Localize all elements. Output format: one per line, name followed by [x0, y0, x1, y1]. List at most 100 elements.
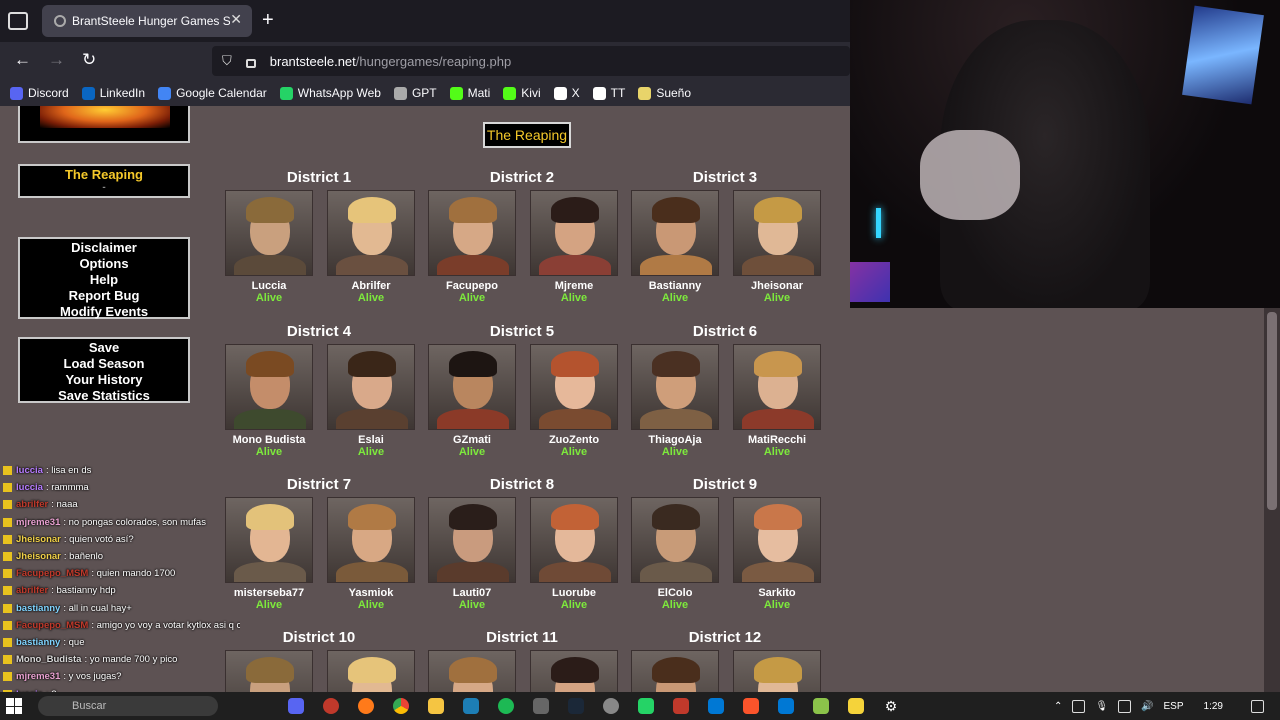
minecraft-icon[interactable] — [813, 698, 829, 714]
tribute-portrait[interactable] — [530, 190, 618, 276]
bookmark-item[interactable]: LinkedIn — [81, 86, 145, 100]
tribute-portrait[interactable] — [327, 497, 415, 583]
app-icon[interactable] — [673, 698, 689, 714]
bookmark-item[interactable]: X — [553, 86, 580, 100]
tribute-portrait[interactable] — [733, 497, 821, 583]
close-icon[interactable]: ✕ — [230, 11, 242, 28]
hunger-games-logo[interactable] — [18, 106, 190, 143]
tribute-portrait[interactable] — [530, 650, 618, 692]
tribute-card[interactable] — [631, 650, 719, 692]
sticky-notes-icon[interactable] — [848, 698, 864, 714]
sidebar-menu-link[interactable]: Report Bug — [20, 288, 188, 304]
settings-gear-icon[interactable]: ⚙ — [883, 698, 899, 714]
bookmark-item[interactable]: WhatsApp Web — [279, 86, 381, 100]
tribute-portrait[interactable] — [225, 344, 313, 430]
tribute-portrait[interactable] — [428, 650, 516, 692]
sidebar-reaping-label[interactable]: The Reaping — [20, 167, 188, 183]
tribute-portrait[interactable] — [327, 650, 415, 692]
tribute-card[interactable]: Yasmiok Alive — [327, 497, 415, 611]
sidebar-menu-link[interactable]: Options — [20, 256, 188, 272]
opera-icon[interactable] — [323, 698, 339, 714]
tribute-card[interactable]: Eslai Alive — [327, 344, 415, 458]
tribute-card[interactable]: Jheisonar Alive — [733, 190, 821, 304]
tribute-portrait[interactable] — [733, 650, 821, 692]
plus-icon[interactable]: + — [262, 9, 274, 32]
reload-icon[interactable]: ↻ — [82, 50, 96, 70]
tribute-card[interactable]: ZuoZento Alive — [530, 344, 618, 458]
bookmark-item[interactable]: Mati — [449, 86, 490, 100]
bookmark-item[interactable]: TT — [592, 86, 625, 100]
volume-icon[interactable]: 🔊 — [1141, 701, 1153, 712]
taskbar-search-input[interactable]: Buscar — [38, 696, 218, 716]
bookmark-item[interactable]: GPT — [393, 86, 437, 100]
calculator-icon[interactable] — [533, 698, 549, 714]
tribute-card[interactable]: Mjreme Alive — [530, 190, 618, 304]
tribute-card[interactable]: Bastianny Alive — [631, 190, 719, 304]
tribute-portrait[interactable] — [327, 190, 415, 276]
back-arrow-icon[interactable]: ← — [14, 50, 31, 70]
obs-icon[interactable] — [603, 698, 619, 714]
tribute-card[interactable]: Abrilfer Alive — [327, 190, 415, 304]
tribute-card[interactable]: ElColo Alive — [631, 497, 719, 611]
lock-icon[interactable] — [245, 58, 256, 68]
tribute-portrait[interactable] — [631, 344, 719, 430]
tribute-portrait[interactable] — [631, 497, 719, 583]
battery-icon[interactable] — [1072, 699, 1086, 713]
tribute-card[interactable] — [530, 650, 618, 692]
network-icon[interactable] — [1118, 699, 1132, 713]
tab-active[interactable]: BrantSteele Hunger Games Simulator ✕ — [42, 5, 252, 37]
bookmark-item[interactable]: Kivi — [503, 86, 541, 100]
tribute-card[interactable]: Facupepo Alive — [428, 190, 516, 304]
sidebar-menu-link[interactable]: Disclaimer — [20, 240, 188, 256]
bookmark-item[interactable]: Discord — [10, 86, 69, 100]
store-icon[interactable] — [778, 698, 794, 714]
language-indicator[interactable]: ESP — [1164, 701, 1184, 712]
tribute-card[interactable]: MatiRecchi Alive — [733, 344, 821, 458]
tribute-portrait[interactable] — [327, 344, 415, 430]
chrome-icon[interactable] — [393, 698, 409, 714]
tribute-card[interactable]: Lauti07 Alive — [428, 497, 516, 611]
microphone-icon[interactable]: 🎙 — [1095, 701, 1108, 712]
tribute-portrait[interactable] — [428, 344, 516, 430]
sidebar-menu-link[interactable]: Save — [20, 340, 188, 356]
sidebar-menu-link[interactable]: Help — [20, 272, 188, 288]
chevron-up-icon[interactable]: ⌃ — [1054, 701, 1062, 712]
clock[interactable]: 1:29 — [1204, 701, 1223, 712]
tribute-card[interactable]: Sarkito Alive — [733, 497, 821, 611]
tribute-portrait[interactable] — [428, 497, 516, 583]
tribute-portrait[interactable] — [631, 650, 719, 692]
sidebar-menu-link[interactable]: Load Season — [20, 356, 188, 372]
bookmark-item[interactable]: Sueño — [638, 86, 691, 100]
tribute-portrait[interactable] — [428, 190, 516, 276]
sidebar-menu-link[interactable]: Save Statistics — [20, 388, 188, 404]
steam-icon[interactable] — [568, 698, 584, 714]
discord-icon[interactable] — [288, 698, 304, 714]
sidebar-reaping-box[interactable]: The Reaping - — [18, 164, 190, 198]
vegas-icon[interactable] — [463, 698, 479, 714]
tribute-portrait[interactable] — [733, 190, 821, 276]
bookmark-item[interactable]: Google Calendar — [158, 86, 267, 100]
sidebar-menu-link[interactable]: Your History — [20, 372, 188, 388]
tribute-portrait[interactable] — [631, 190, 719, 276]
firefox-icon[interactable] — [358, 698, 374, 714]
tribute-portrait[interactable] — [733, 344, 821, 430]
vscode-icon[interactable] — [708, 698, 724, 714]
file-explorer-icon[interactable] — [428, 698, 444, 714]
tribute-card[interactable]: GZmati Alive — [428, 344, 516, 458]
notifications-icon[interactable] — [1251, 699, 1264, 713]
tab-list-icon[interactable] — [8, 12, 28, 30]
tribute-portrait[interactable] — [530, 497, 618, 583]
shield-icon[interactable]: ⛉ — [222, 53, 232, 69]
page-scrollbar[interactable] — [1264, 308, 1280, 692]
tribute-portrait[interactable] — [530, 344, 618, 430]
scrollbar-thumb[interactable] — [1267, 312, 1277, 510]
forward-arrow-icon[interactable]: → — [48, 50, 65, 70]
sidebar-menu-link[interactable]: Modify Events — [20, 304, 188, 320]
tribute-portrait[interactable] — [225, 190, 313, 276]
tribute-card[interactable]: Luccia Alive — [225, 190, 313, 304]
tribute-card[interactable] — [428, 650, 516, 692]
tribute-card[interactable]: Mono Budista Alive — [225, 344, 313, 458]
tribute-card[interactable]: Luorube Alive — [530, 497, 618, 611]
url-bar[interactable]: ⛉ brantsteele.net /hungergames/reaping.p… — [212, 46, 850, 76]
brave-icon[interactable] — [743, 698, 759, 714]
